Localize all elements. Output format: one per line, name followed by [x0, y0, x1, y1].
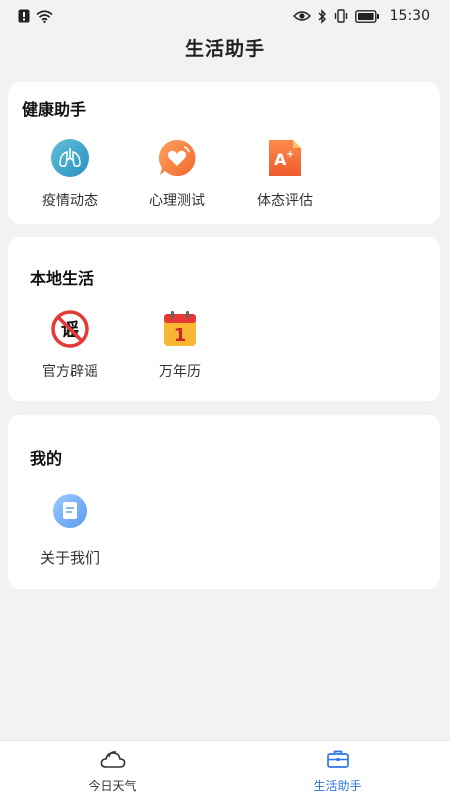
svg-text:+: + — [286, 149, 294, 160]
calendar-icon: 1 — [160, 309, 200, 349]
tile-psych-test-label: 心理测试 — [149, 193, 205, 209]
tile-rumor-label: 官方辟谣 — [42, 364, 98, 380]
local-card: 本地生活 谣 官方辟谣 1 万年历 — [8, 237, 440, 401]
alert-icon — [18, 9, 30, 23]
mine-card: 我的 关于我们 — [8, 415, 440, 589]
lungs-icon — [50, 138, 90, 178]
tile-about-us[interactable]: 关于我们 — [30, 491, 110, 568]
tile-epidemic[interactable]: 疫情动态 — [30, 138, 110, 210]
status-right: 15:30 — [292, 8, 430, 24]
tab-weather[interactable]: 今日天气 — [0, 741, 225, 800]
status-left — [18, 9, 53, 23]
local-card-title: 本地生活 — [30, 269, 95, 288]
status-bar: 15:30 — [0, 0, 450, 32]
wifi-icon — [36, 9, 53, 23]
vibrate-icon — [333, 9, 349, 23]
briefcase-icon — [326, 749, 350, 773]
mine-card-title: 我的 — [30, 449, 63, 468]
tile-epidemic-label: 疫情动态 — [42, 193, 98, 209]
tile-psych-test[interactable]: 心理测试 — [137, 138, 217, 210]
tile-posture[interactable]: A + 体态评估 — [245, 138, 325, 210]
calendar-icon-day: 1 — [174, 325, 187, 346]
health-card: 健康助手 疫情动态 心理测试 A + 体态评估 — [8, 82, 440, 224]
tile-rumor[interactable]: 谣 官方辟谣 — [30, 309, 110, 381]
eye-icon — [292, 10, 311, 22]
page-title: 生活助手 — [184, 38, 265, 60]
tab-life-assistant-label: 生活助手 — [313, 779, 362, 793]
heart-chat-icon — [157, 138, 197, 178]
health-card-title: 健康助手 — [22, 100, 87, 119]
no-rumor-icon: 谣 — [50, 309, 90, 349]
battery-icon — [354, 9, 380, 23]
bluetooth-icon — [317, 8, 327, 24]
tile-about-us-label: 关于我们 — [39, 549, 100, 567]
tile-calendar[interactable]: 1 万年历 — [140, 309, 220, 381]
status-time: 15:30 — [389, 8, 430, 24]
about-document-icon — [50, 491, 90, 531]
grade-document-icon: A + — [265, 138, 305, 178]
tile-posture-label: 体态评估 — [257, 193, 313, 209]
bottom-tab-bar: 今日天气 生活助手 — [0, 740, 450, 800]
tab-life-assistant[interactable]: 生活助手 — [225, 741, 450, 800]
tile-calendar-label: 万年历 — [159, 364, 201, 380]
tab-weather-label: 今日天气 — [88, 779, 137, 793]
weather-cloud-icon — [100, 749, 126, 773]
